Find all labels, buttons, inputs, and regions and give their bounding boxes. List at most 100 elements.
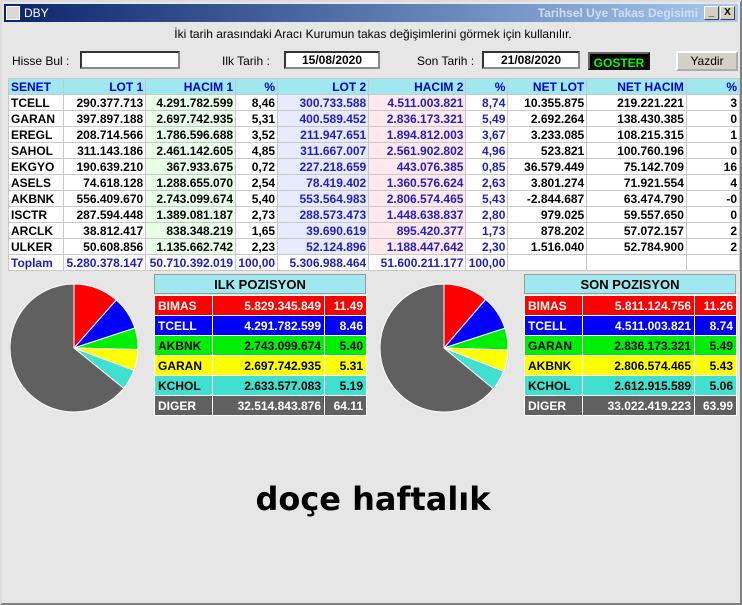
column-header-7[interactable]: NET LOT	[507, 78, 588, 95]
column-header-3[interactable]: %	[235, 78, 279, 95]
table-cell: 0,85	[465, 158, 509, 175]
table-cell: 3,67	[465, 126, 509, 143]
table-cell: 300.733.588	[277, 94, 370, 111]
table-row[interactable]: AKBNK 556.409.670 2.743.099.674 5,40 553.564…	[7, 190, 741, 207]
ilk-cell: GARAN	[154, 355, 213, 376]
ilk-row: DIGER 32.514.843.876 64.11	[154, 395, 367, 416]
table-cell: 2	[685, 238, 741, 255]
search-input[interactable]	[80, 51, 180, 69]
table-cell: 227.218.659	[277, 158, 370, 175]
table-cell: 8,74	[465, 94, 509, 111]
table-cell: 4.291.782.599	[145, 94, 237, 111]
column-header-5[interactable]: HACIM 2	[368, 78, 467, 95]
column-header-6[interactable]: %	[465, 78, 509, 95]
table-cell: 2.461.142.605	[145, 142, 237, 159]
table-cell: 2,23	[235, 238, 279, 255]
table-cell: 211.947.651	[277, 126, 370, 143]
table-cell: 553.564.983	[277, 190, 370, 207]
son-cell: 5.43	[694, 355, 737, 376]
table-cell: 895.420.377	[368, 222, 467, 239]
table-cell: 311.143.186	[63, 142, 147, 159]
column-header-9[interactable]: %	[685, 78, 741, 95]
table-cell: 59.557.650	[586, 206, 687, 223]
table-row[interactable]: ASELS 74.618.128 1.288.655.070 2,54 78.419.4…	[7, 174, 741, 191]
column-header-1[interactable]: LOT 1	[63, 78, 147, 95]
son-row: TCELL 4.511.003.821 8.74	[524, 315, 737, 336]
table-cell: 8,46	[235, 94, 279, 111]
instruction-text: İki tarih arasındaki Aracı Kurumun takas…	[174, 27, 572, 41]
table-row[interactable]: TCELL 290.377.713 4.291.782.599 8,46 300.733…	[7, 94, 741, 111]
table-cell: 108.215.315	[586, 126, 687, 143]
ilk-cell: DIGER	[154, 395, 213, 416]
table-row[interactable]: EREGL 208.714.566 1.786.596.688 3,52 211.947…	[7, 126, 741, 143]
table-cell: 1.360.576.624	[368, 174, 467, 191]
table-cell: -2.844.687	[507, 190, 588, 207]
table-row[interactable]: ARCLK 38.812.417 838.348.219 1,65 39.690.619…	[7, 222, 741, 239]
table-cell: 190.639.210	[63, 158, 147, 175]
table-cell: 1	[685, 126, 741, 143]
son-row: BIMAS 5.811.124.756 11.26	[524, 295, 737, 316]
table-cell: 523.821	[507, 142, 588, 159]
ilk-cell: 4.291.782.599	[212, 315, 325, 336]
table-cell: 219.221.221	[586, 94, 687, 111]
table-cell: 16	[685, 158, 741, 175]
son-row: KCHOL 2.612.915.589 5.06	[524, 375, 737, 396]
end-date-input[interactable]: 21/08/2020	[482, 51, 580, 69]
table-cell: 0	[685, 110, 741, 127]
table-row[interactable]: ISCTR 287.594.448 1.389.081.187 2,73 288.573…	[7, 206, 741, 223]
son-cell: BIMAS	[524, 295, 583, 316]
table-row[interactable]: ULKER 50.608.856 1.135.662.742 2,23 52.124.8…	[7, 238, 741, 255]
son-cell: 5.06	[694, 375, 737, 396]
title-bar[interactable]: DBY Tarihsel Uye Takas Degisimi _ X	[4, 4, 738, 22]
column-header-0[interactable]: SENET	[7, 78, 65, 95]
son-cell: AKBNK	[524, 355, 583, 376]
ilk-cell: 32.514.843.876	[212, 395, 325, 416]
table-cell: 4.511.003.821	[368, 94, 467, 111]
table-cell: 367.933.675	[145, 158, 237, 175]
table-cell: 397.897.188	[63, 110, 147, 127]
ilk-pozisyon-title: ILK POZISYON	[154, 274, 366, 294]
ilk-row: GARAN 2.697.742.935 5.31	[154, 355, 367, 376]
close-button[interactable]: X	[720, 6, 735, 20]
start-date-input[interactable]: 15/08/2020	[284, 51, 380, 69]
total-cell: 100,00	[235, 254, 279, 271]
table-cell: 443.076.385	[368, 158, 467, 175]
table-cell: 50.608.856	[63, 238, 147, 255]
table-cell: 290.377.713	[63, 94, 147, 111]
ilk-cell: 5.829.345.849	[212, 295, 325, 316]
main-window: DBY Tarihsel Uye Takas Degisimi _ X İki …	[0, 0, 742, 605]
column-header-2[interactable]: HACIM 1	[145, 78, 237, 95]
table-cell: 75.142.709	[586, 158, 687, 175]
minimize-button[interactable]: _	[704, 6, 719, 20]
table-cell: EKGYO	[7, 158, 65, 175]
table-row[interactable]: SAHOL 311.143.186 2.461.142.605 4,85 311.667…	[7, 142, 741, 159]
table-cell: 3,52	[235, 126, 279, 143]
table-cell: ULKER	[7, 238, 65, 255]
table-cell: 2,63	[465, 174, 509, 191]
table-row[interactable]: GARAN 397.897.188 2.697.742.935 5,31 400.589…	[7, 110, 741, 127]
table-cell: 979.025	[507, 206, 588, 223]
table-cell: TCELL	[7, 94, 65, 111]
show-button[interactable]: GOSTER	[588, 52, 650, 70]
ilk-cell: BIMAS	[154, 295, 213, 316]
table-cell: 52.124.896	[277, 238, 370, 255]
ilk-row: BIMAS 5.829.345.849 11.49	[154, 295, 367, 316]
table-cell: 52.784.900	[586, 238, 687, 255]
column-header-8[interactable]: NET HACIM	[586, 78, 687, 95]
ilk-cell: TCELL	[154, 315, 213, 336]
window-title: Tarihsel Uye Takas Degisimi	[537, 6, 698, 20]
table-cell: 57.072.157	[586, 222, 687, 239]
print-button[interactable]: Yazdir	[676, 51, 738, 71]
son-pie-chart	[380, 283, 508, 413]
ilk-cell: 2.633.577.083	[212, 375, 325, 396]
table-cell: 1.288.655.070	[145, 174, 237, 191]
total-cell: 5.306.988.464	[277, 254, 370, 271]
total-cell: 51.600.211.177	[368, 254, 467, 271]
total-cell: Toplam	[7, 254, 65, 271]
column-header-4[interactable]: LOT 2	[277, 78, 370, 95]
table-cell: 71.921.554	[586, 174, 687, 191]
table-cell: 38.812.417	[63, 222, 147, 239]
table-row[interactable]: EKGYO 190.639.210 367.933.675 0,72 227.218.6…	[7, 158, 741, 175]
son-cell: 2.806.574.465	[582, 355, 695, 376]
ilk-cell: AKBNK	[154, 335, 213, 356]
